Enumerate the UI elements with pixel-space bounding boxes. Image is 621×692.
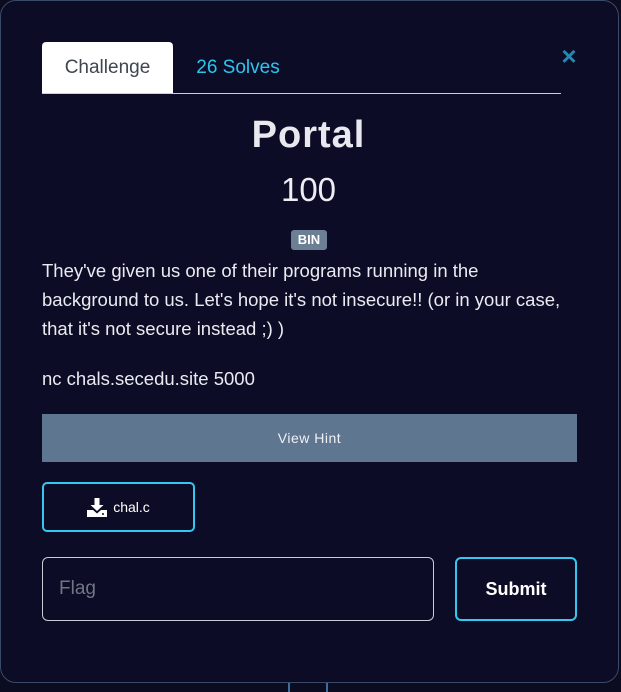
tab-solves[interactable]: 26 Solves	[173, 42, 303, 93]
modal-tabs: Challenge 26 Solves	[42, 42, 561, 94]
tab-challenge[interactable]: Challenge	[42, 42, 173, 93]
challenge-description: They've given us one of their programs r…	[42, 260, 561, 339]
file-download-button[interactable]: chal.c	[42, 482, 195, 532]
submit-button[interactable]: Submit	[455, 557, 577, 621]
category-badge: BIN	[291, 230, 327, 250]
challenge-modal: Challenge 26 Solves × Portal 100 BIN The…	[0, 0, 619, 683]
challenge-title: Portal	[251, 114, 366, 156]
flag-input[interactable]	[42, 557, 434, 621]
close-icon[interactable]: ×	[557, 43, 581, 69]
connection-info: nc chals.secedu.site 5000	[42, 368, 255, 389]
file-name: chal.c	[113, 499, 150, 515]
view-hint-button[interactable]: View Hint	[42, 414, 577, 462]
download-icon	[87, 497, 108, 517]
challenge-points: 100	[280, 171, 337, 208]
